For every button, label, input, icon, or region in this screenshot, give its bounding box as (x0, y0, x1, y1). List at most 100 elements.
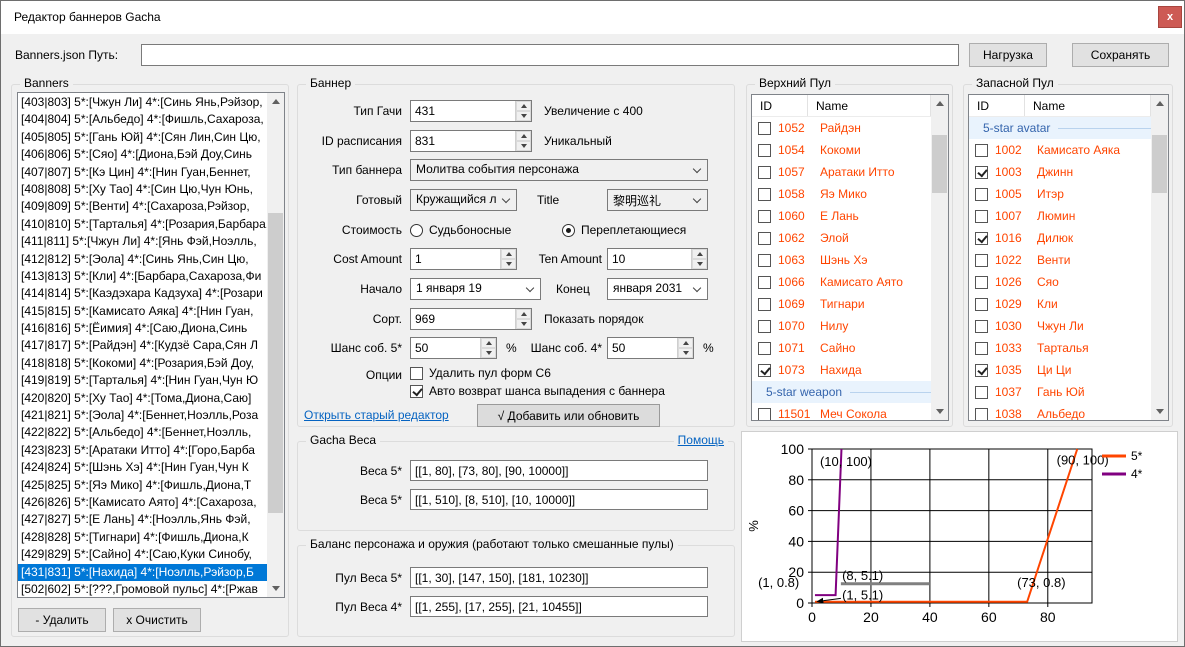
pool-row[interactable]: 1033Тарталья (969, 337, 1168, 359)
pool-row-checkbox[interactable] (975, 364, 988, 377)
pool-row[interactable]: 1058Яэ Мико (752, 183, 948, 205)
gacha-type-spinner[interactable]: 431 (410, 100, 532, 122)
pool-row[interactable]: 1002Камисато Аяка (969, 139, 1168, 161)
banner-list-item[interactable]: [426|826] 5*:[Камисато Аято] 4*:[Сахароз… (18, 494, 267, 511)
option-remove-pool[interactable]: Удалить пул форм С6 (410, 364, 551, 382)
pool-row-checkbox[interactable] (758, 144, 771, 157)
spinner-up-icon[interactable] (692, 249, 707, 259)
pool-row[interactable]: 1026Сяо (969, 271, 1168, 293)
sort-spinner[interactable]: 969 (410, 308, 532, 330)
chance5-value[interactable]: 50 (411, 338, 480, 358)
pool-row-checkbox[interactable] (758, 276, 771, 289)
spinner-down-icon[interactable] (481, 348, 496, 358)
gacha-type-value[interactable]: 431 (411, 101, 515, 121)
sort-value[interactable]: 969 (411, 309, 515, 329)
pool-row-checkbox[interactable] (975, 188, 988, 201)
ten-amount-spinner[interactable]: 10 (607, 248, 708, 270)
banner-list-item[interactable]: [408|808] 5*:[Ху Тао] 4*:[Син Цю,Чун Юнь… (18, 181, 267, 198)
spinner-up-icon[interactable] (678, 338, 693, 348)
pool-row[interactable]: 11501Меч Сокола (752, 403, 948, 421)
pool-weights4-input[interactable] (410, 596, 708, 617)
add-or-update-button[interactable]: √ Добавить или обновить (477, 404, 660, 427)
spinner-up-icon[interactable] (501, 249, 516, 259)
pool-row-checkbox[interactable] (975, 254, 988, 267)
pool-row[interactable]: 1029Кли (969, 293, 1168, 315)
banner-list-item[interactable]: [420|820] 5*:[Ху Тао] 4*:[Тома,Диона,Саю… (18, 390, 267, 407)
cost-amount-spinner[interactable]: 1 (410, 248, 517, 270)
spinner-down-icon[interactable] (516, 141, 531, 151)
weights5-input[interactable] (410, 460, 708, 481)
spinner-down-icon[interactable] (516, 319, 531, 329)
begin-date-picker[interactable]: 1 января 19 (410, 278, 541, 300)
remove-pool-checkbox[interactable] (410, 367, 423, 380)
ten-amount-value[interactable]: 10 (608, 249, 691, 269)
upper-pool-listview[interactable]: ID Name 1052Райдэн1054Кокоми1057Аратаки … (751, 94, 949, 421)
pool-row[interactable]: 1071Сайно (752, 337, 948, 359)
pool-row-checkbox[interactable] (975, 408, 988, 421)
banner-list-item[interactable]: [406|806] 5*:[Сяо] 4*:[Диона,Бэй Доу,Син… (18, 146, 267, 163)
scrollbar-thumb[interactable] (268, 213, 283, 513)
intertwined-radio-option[interactable]: Переплетающиеся (562, 219, 686, 241)
pool-row[interactable]: 1003Джинн (969, 161, 1168, 183)
pool-row[interactable]: 1062Элой (752, 227, 948, 249)
end-date-picker[interactable]: января 2031 (607, 278, 708, 300)
fate-radio[interactable] (410, 224, 423, 237)
cost-amount-value[interactable]: 1 (411, 249, 500, 269)
chance5-spinner[interactable]: 50 (410, 337, 497, 359)
save-button[interactable]: Сохранять (1072, 43, 1169, 67)
scroll-up-icon[interactable] (931, 95, 948, 112)
schedule-id-spinner[interactable]: 831 (410, 130, 532, 152)
banner-list-item[interactable]: [424|824] 5*:[Шэнь Хэ] 4*:[Нин Гуан,Чун … (18, 459, 267, 476)
banner-list-item[interactable]: [427|827] 5*:[Е Лань] 4*:[Ноэлль,Янь Фэй… (18, 511, 267, 528)
title-select[interactable]: 黎明巡礼 (607, 189, 708, 211)
pool-row-checkbox[interactable] (758, 166, 771, 179)
pool-row-checkbox[interactable] (975, 144, 988, 157)
spinner-down-icon[interactable] (501, 259, 516, 269)
option-auto-return[interactable]: Авто возврат шанса выпадения с баннера (410, 382, 665, 400)
banner-list-item[interactable]: [423|823] 5*:[Аратаки Итто] 4*:[Горо,Бар… (18, 442, 267, 459)
open-old-editor-link[interactable]: Открыть старый редактор (304, 404, 449, 426)
scroll-up-icon[interactable] (1151, 95, 1168, 112)
load-button[interactable]: Нагрузка (969, 43, 1047, 67)
banner-type-select[interactable]: Молитва события персонажа (410, 159, 708, 181)
banner-list-item[interactable]: [415|815] 5*:[Камисато Аяка] 4*:[Нин Гуа… (18, 303, 267, 320)
banner-list-item[interactable]: [414|814] 5*:[Каэдэхара Кадзуха] 4*:[Роз… (18, 285, 267, 302)
pool-row[interactable]: 1066Камисато Аято (752, 271, 948, 293)
spinner-down-icon[interactable] (516, 111, 531, 121)
pool-row[interactable]: 1038Альбедо (969, 403, 1168, 421)
pool-row-checkbox[interactable] (975, 166, 988, 179)
name-column-header[interactable]: Name (1025, 95, 1151, 116)
chance4-value[interactable]: 50 (608, 338, 677, 358)
path-input[interactable] (141, 44, 959, 66)
banner-list-item[interactable]: [413|813] 5*:[Кли] 4*:[Барбара,Сахароза,… (18, 268, 267, 285)
spinner-down-icon[interactable] (692, 259, 707, 269)
pool-row[interactable]: 1030Чжун Ли (969, 315, 1168, 337)
banner-list-item[interactable]: [403|803] 5*:[Чжун Ли] 4*:[Синь Янь,Рэйз… (18, 94, 267, 111)
fallback-pool-scrollbar[interactable] (1151, 95, 1168, 420)
scroll-down-icon[interactable] (931, 403, 948, 420)
pool-row[interactable]: 1070Нилу (752, 315, 948, 337)
pool-row-checkbox[interactable] (758, 364, 771, 377)
delete-banner-button[interactable]: - Удалить (18, 608, 106, 632)
pool-row-checkbox[interactable] (758, 342, 771, 355)
pool-row[interactable]: 1007Люмин (969, 205, 1168, 227)
banner-list-item[interactable]: [404|804] 5*:[Альбедо] 4*:[Фишль,Сахароз… (18, 111, 267, 128)
banner-list-item[interactable]: [416|816] 5*:[Ёимия] 4*:[Саю,Диона,Синь (18, 320, 267, 337)
pool-row-checkbox[interactable] (758, 122, 771, 135)
pool-row-checkbox[interactable] (758, 408, 771, 421)
pool-row-checkbox[interactable] (758, 320, 771, 333)
banner-list-item[interactable]: [422|822] 5*:[Альбедо] 4*:[Беннет,Ноэлль… (18, 424, 267, 441)
banner-list-item[interactable]: [411|811] 5*:[Чжун Ли] 4*:[Янь Фэй,Ноэлл… (18, 233, 267, 250)
chance4-spinner[interactable]: 50 (607, 337, 694, 359)
id-column-header[interactable]: ID (752, 95, 808, 116)
pool-row[interactable]: 1035Ци Ци (969, 359, 1168, 381)
pool-row[interactable]: 1063Шэнь Хэ (752, 249, 948, 271)
banner-list-item[interactable]: [421|821] 5*:[Эола] 4*:[Беннет,Ноэлль,Ро… (18, 407, 267, 424)
pool-weights5-input[interactable] (410, 567, 708, 588)
clear-banners-button[interactable]: x Очистить (113, 608, 201, 632)
banner-list-item[interactable]: [410|810] 5*:[Тарталья] 4*:[Розария,Барб… (18, 216, 267, 233)
scrollbar-thumb[interactable] (932, 135, 947, 193)
banner-list-item[interactable]: [419|819] 5*:[Тарталья] 4*:[Нин Гуан,Чун… (18, 372, 267, 389)
banner-list-item[interactable]: [428|828] 5*:[Тигнари] 4*:[Фишль,Диона,К (18, 529, 267, 546)
pool-row-checkbox[interactable] (975, 342, 988, 355)
